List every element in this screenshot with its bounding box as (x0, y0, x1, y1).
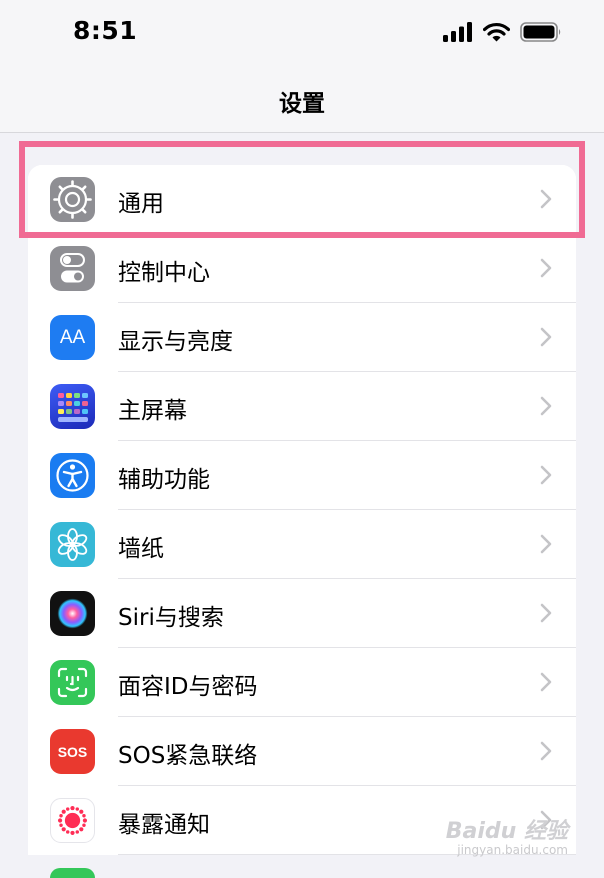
gear-icon (50, 177, 95, 222)
settings-label: Siri与搜索 (118, 605, 224, 631)
toggles-icon (50, 246, 95, 291)
home-grid-icon (50, 384, 95, 429)
watermark: Baidu 经验 jingyan.baidu.com (445, 818, 568, 857)
settings-row-emergency-sos[interactable]: SOS SOS紧急联络 (28, 717, 576, 786)
settings-row-accessibility[interactable]: 辅助功能 (28, 441, 576, 510)
settings-row-face-id[interactable]: 面容ID与密码 (28, 648, 576, 717)
flower-icon (50, 522, 95, 567)
face-id-icon (50, 660, 95, 705)
status-time: 8:51 (73, 16, 138, 45)
settings-row-general[interactable]: 通用 (28, 165, 576, 234)
settings-row-control-center[interactable]: 控制中心 (28, 234, 576, 303)
settings-row-wallpaper[interactable]: 墙纸 (28, 510, 576, 579)
settings-label: 面容ID与密码 (118, 674, 258, 700)
settings-label: 显示与亮度 (118, 329, 233, 355)
sos-icon: SOS (50, 729, 95, 774)
chevron-right-icon (540, 534, 552, 554)
settings-label: 主屏幕 (118, 398, 187, 424)
status-icons (443, 22, 562, 42)
page-title: 设置 (279, 91, 325, 117)
wifi-icon (483, 22, 510, 42)
battery-icon (520, 22, 561, 42)
settings-row-home-screen[interactable]: 主屏幕 (28, 372, 576, 441)
settings-row-siri[interactable]: Siri与搜索 (28, 579, 576, 648)
exposure-icon (50, 798, 95, 843)
chevron-right-icon (540, 396, 552, 416)
settings-label: 辅助功能 (118, 467, 210, 493)
accessibility-icon (50, 453, 95, 498)
settings-label: 控制中心 (118, 260, 210, 286)
settings-label: 通用 (118, 191, 164, 217)
status-bar: 8:51 (0, 0, 604, 60)
chevron-right-icon (540, 327, 552, 347)
sos-glyph: SOS (57, 743, 88, 760)
chevron-right-icon (540, 465, 552, 485)
chevron-right-icon (540, 741, 552, 761)
text-size-glyph: AA (59, 326, 86, 348)
partial-row-icon (50, 868, 95, 878)
siri-icon (50, 591, 95, 636)
text-size-icon: AA (50, 315, 95, 360)
settings-label: SOS紧急联络 (118, 743, 258, 769)
watermark-brand: Baidu 经验 (445, 818, 568, 844)
chevron-right-icon (540, 258, 552, 278)
settings-list: 通用 控制中心 AA 显示与亮度 主屏幕 辅助功能 墙纸 Siri与搜索 面容I… (28, 165, 576, 855)
cellular-signal-icon (443, 22, 472, 42)
navigation-bar: 设置 (0, 60, 604, 133)
chevron-right-icon (540, 189, 552, 209)
settings-row-display[interactable]: AA 显示与亮度 (28, 303, 576, 372)
chevron-right-icon (540, 672, 552, 692)
chevron-right-icon (540, 603, 552, 623)
settings-label: 墙纸 (118, 536, 164, 562)
settings-label: 暴露通知 (118, 812, 210, 838)
watermark-url: jingyan.baidu.com (457, 842, 568, 857)
